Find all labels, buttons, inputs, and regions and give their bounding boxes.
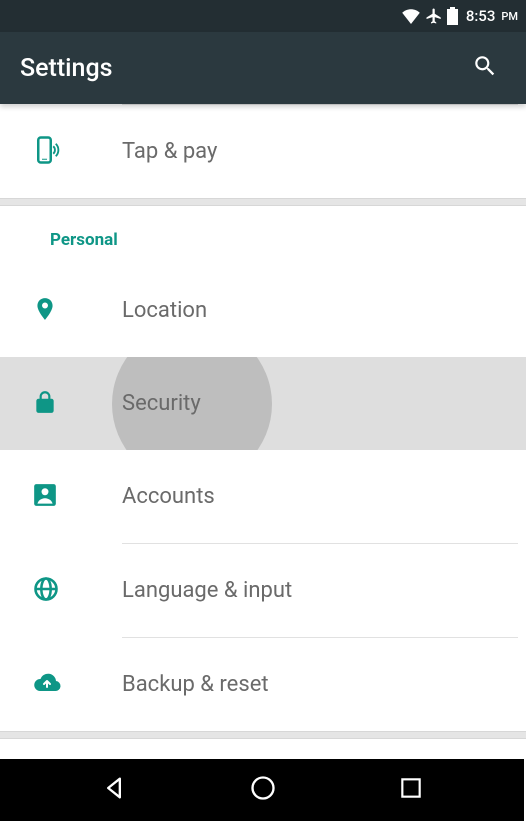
section-divider bbox=[0, 731, 526, 739]
nav-home-button[interactable] bbox=[249, 774, 277, 806]
settings-item-language-input[interactable]: Language & input bbox=[0, 544, 526, 637]
settings-item-accounts[interactable]: Accounts bbox=[0, 450, 526, 543]
settings-item-label: Accounts bbox=[122, 484, 215, 509]
status-ampm: PM bbox=[501, 10, 518, 23]
wifi-icon bbox=[401, 8, 421, 24]
settings-item-security[interactable]: Security bbox=[0, 357, 526, 450]
section-header-personal: Personal bbox=[0, 206, 526, 264]
search-button[interactable] bbox=[464, 45, 506, 91]
section-divider bbox=[0, 198, 526, 206]
account-icon bbox=[32, 482, 58, 512]
settings-item-backup-reset[interactable]: Backup & reset bbox=[0, 638, 526, 731]
home-icon bbox=[249, 787, 277, 806]
settings-item-tap-and-pay[interactable]: Tap & pay bbox=[0, 105, 526, 198]
recent-apps-icon bbox=[398, 786, 424, 805]
battery-icon bbox=[447, 7, 458, 25]
nav-recent-button[interactable] bbox=[398, 775, 424, 805]
settings-list: Tap & pay Personal Location Security Acc… bbox=[0, 104, 526, 739]
settings-item-label: Tap & pay bbox=[122, 139, 217, 164]
airplane-icon bbox=[425, 7, 443, 25]
back-icon bbox=[100, 787, 128, 806]
status-time: 8:53 bbox=[466, 7, 496, 25]
settings-item-label: Security bbox=[122, 391, 201, 416]
lock-icon bbox=[32, 387, 58, 421]
page-title: Settings bbox=[20, 54, 113, 83]
tap-and-pay-icon bbox=[32, 135, 62, 169]
app-bar: Settings bbox=[0, 32, 526, 104]
nav-back-button[interactable] bbox=[100, 774, 128, 806]
search-icon bbox=[472, 64, 498, 83]
settings-item-label: Location bbox=[122, 298, 207, 323]
settings-item-label: Backup & reset bbox=[122, 672, 269, 697]
navigation-bar bbox=[0, 759, 524, 821]
location-icon bbox=[32, 294, 58, 328]
settings-item-label: Language & input bbox=[122, 578, 292, 603]
globe-icon bbox=[32, 575, 60, 607]
backup-icon bbox=[32, 671, 62, 699]
settings-item-location[interactable]: Location bbox=[0, 264, 526, 357]
status-bar: 8:53 PM bbox=[0, 0, 526, 32]
